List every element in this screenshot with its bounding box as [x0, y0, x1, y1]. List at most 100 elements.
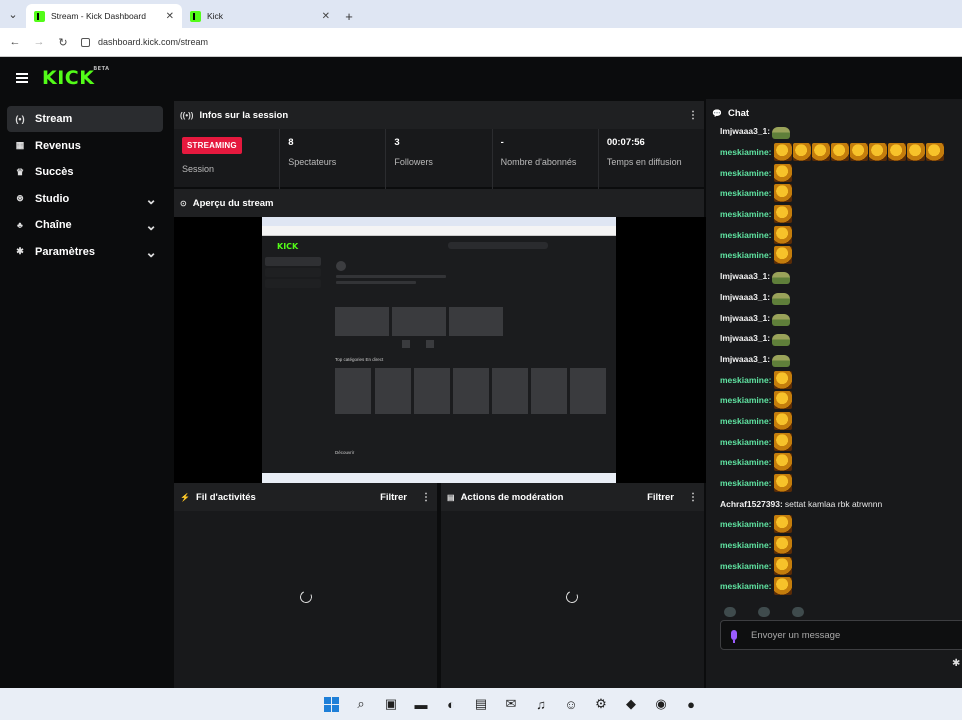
microphone-icon[interactable]: [731, 630, 737, 643]
chat-username[interactable]: meskiamine:: [720, 478, 772, 488]
sidebar-item-paramètres[interactable]: ✱ Paramètres ⌄: [7, 239, 163, 265]
obs-icon[interactable]: ●: [681, 694, 701, 714]
chat-message[interactable]: meskiamine:: [720, 514, 962, 535]
chat-message[interactable]: Achraf1527393: settat kamlaa rbk atrwnnn: [720, 493, 962, 514]
chat-message[interactable]: lmjwaaa3_1:: [720, 287, 962, 308]
activity-filter-button[interactable]: Filtrer: [380, 492, 407, 503]
chat-username[interactable]: lmjwaaa3_1:: [720, 271, 770, 281]
url-field[interactable]: dashboard.kick.com/stream: [81, 37, 208, 47]
chat-message[interactable]: meskiamine:: [720, 390, 962, 411]
chat-username[interactable]: meskiamine:: [720, 437, 772, 447]
activity-feed-panel: ⚡ Fil d'activités Filtrer ⋮: [174, 483, 437, 688]
chat-message[interactable]: meskiamine:: [720, 224, 962, 245]
stat-label: Nombre d'abonnés: [500, 157, 577, 167]
kebab-menu-icon[interactable]: ⋮: [688, 492, 698, 503]
stat-viewers: 8 Spectateurs: [280, 129, 387, 189]
file-explorer-icon[interactable]: ▬: [411, 694, 431, 714]
tab-stream-dashboard[interactable]: Stream - Kick Dashboard ✕: [26, 4, 182, 28]
new-tab-button[interactable]: +: [338, 4, 360, 28]
chat-username[interactable]: lmjwaaa3_1:: [720, 126, 770, 136]
windows-start-icon[interactable]: [321, 694, 341, 714]
chat-message[interactable]: meskiamine:: [720, 162, 962, 183]
chat-message-input[interactable]: Envoyer un message: [720, 620, 962, 650]
chat-username[interactable]: lmjwaaa3_1:: [720, 354, 770, 364]
stream-preview-video[interactable]: KICK Top catégories En direct Découvrir: [174, 217, 706, 483]
chat-username[interactable]: meskiamine:: [720, 188, 772, 198]
chat-username[interactable]: meskiamine:: [720, 250, 772, 260]
chat-message[interactable]: meskiamine:: [720, 576, 962, 597]
menu-hamburger-icon[interactable]: [16, 73, 28, 83]
sidebar-item-succès[interactable]: ♛ Succès: [7, 159, 163, 185]
outlook-icon[interactable]: ✉: [501, 694, 521, 714]
chevron-down-icon[interactable]: ⌄: [145, 192, 157, 206]
task-view-icon[interactable]: ▣: [381, 694, 401, 714]
chat-message[interactable]: meskiamine:: [720, 245, 962, 266]
steam-icon[interactable]: ⚙: [591, 694, 611, 714]
chat-message[interactable]: lmjwaaa3_1:: [720, 307, 962, 328]
chat-message[interactable]: meskiamine:: [720, 431, 962, 452]
emote-icon[interactable]: [792, 607, 804, 617]
chat-message[interactable]: meskiamine:: [720, 452, 962, 473]
chat-settings-gear-icon[interactable]: ✱: [952, 658, 960, 669]
chat-message[interactable]: meskiamine:: [720, 142, 962, 163]
chat-username[interactable]: meskiamine:: [720, 519, 772, 529]
sidebar-item-revenus[interactable]: ▦ Revenus: [7, 133, 163, 159]
discord-icon[interactable]: ☺: [561, 694, 581, 714]
chat-message[interactable]: meskiamine:: [720, 369, 962, 390]
chat-message[interactable]: lmjwaaa3_1:: [720, 328, 962, 349]
chevron-down-icon[interactable]: ⌄: [145, 245, 157, 259]
chat-username[interactable]: lmjwaaa3_1:: [720, 333, 770, 343]
chat-username[interactable]: lmjwaaa3_1:: [720, 313, 770, 323]
kick-logo[interactable]: KICK BETA: [42, 66, 109, 89]
outlook-icon-glyph: ✉: [505, 696, 517, 711]
chat-username[interactable]: meskiamine:: [720, 147, 772, 157]
chat-message[interactable]: meskiamine:: [720, 555, 962, 576]
reload-icon[interactable]: ↻: [51, 36, 75, 49]
frog-emote-icon: [772, 272, 791, 285]
chat-username[interactable]: meskiamine:: [720, 395, 772, 405]
browser-tab-bar: ⌄ Stream - Kick Dashboard ✕ Kick ✕ +: [0, 0, 962, 28]
chat-username[interactable]: meskiamine:: [720, 540, 772, 550]
site-info-icon[interactable]: [81, 37, 90, 47]
close-tab-icon[interactable]: ✕: [322, 11, 330, 22]
spotify-icon[interactable]: ♫: [531, 694, 551, 714]
chat-message[interactable]: meskiamine:: [720, 473, 962, 494]
chat-username[interactable]: meskiamine:: [720, 168, 772, 178]
chat-username[interactable]: meskiamine:: [720, 457, 772, 467]
chat-message[interactable]: lmjwaaa3_1:: [720, 266, 962, 287]
emote-icon[interactable]: [724, 607, 736, 617]
emote-icon[interactable]: [758, 607, 770, 617]
kebab-menu-icon[interactable]: ⋮: [688, 110, 698, 121]
chat-message[interactable]: meskiamine:: [720, 535, 962, 556]
chat-username[interactable]: meskiamine:: [720, 581, 772, 591]
close-tab-icon[interactable]: ✕: [166, 11, 174, 22]
chat-username[interactable]: lmjwaaa3_1:: [720, 292, 770, 302]
lightning-icon: ⚡: [180, 492, 190, 502]
store-icon[interactable]: ▤: [471, 694, 491, 714]
sidebar-item-stream[interactable]: (•) Stream: [7, 106, 163, 132]
chevron-down-icon[interactable]: ⌄: [145, 218, 157, 232]
moderation-filter-button[interactable]: Filtrer: [647, 492, 674, 503]
tab-kick[interactable]: Kick ✕: [182, 4, 338, 28]
chat-username[interactable]: Achraf1527393:: [720, 499, 783, 509]
edge-icon[interactable]: ◐: [441, 694, 461, 714]
chat-username[interactable]: meskiamine:: [720, 561, 772, 571]
chat-username[interactable]: meskiamine:: [720, 375, 772, 385]
chat-message[interactable]: lmjwaaa3_1:: [720, 349, 962, 370]
back-arrow-icon[interactable]: ←: [3, 36, 27, 48]
chat-username[interactable]: meskiamine:: [720, 416, 772, 426]
kebab-menu-icon[interactable]: ⋮: [421, 492, 431, 503]
sidebar-item-studio[interactable]: ⊛ Studio ⌄: [7, 186, 163, 212]
chrome-icon[interactable]: ◉: [651, 694, 671, 714]
forward-arrow-icon[interactable]: →: [27, 36, 51, 48]
search-icon[interactable]: ⌕: [351, 694, 371, 714]
sidebar-item-chaîne[interactable]: ♣ Chaîne ⌄: [7, 212, 163, 238]
chat-message[interactable]: meskiamine:: [720, 183, 962, 204]
chat-username[interactable]: meskiamine:: [720, 209, 772, 219]
epic-icon[interactable]: ◆: [621, 694, 641, 714]
tab-search-chevron-icon[interactable]: ⌄: [0, 0, 26, 28]
chat-username[interactable]: meskiamine:: [720, 230, 772, 240]
chart-icon: ▦: [15, 140, 25, 150]
chat-message[interactable]: meskiamine:: [720, 204, 962, 225]
chat-message[interactable]: meskiamine:: [720, 411, 962, 432]
